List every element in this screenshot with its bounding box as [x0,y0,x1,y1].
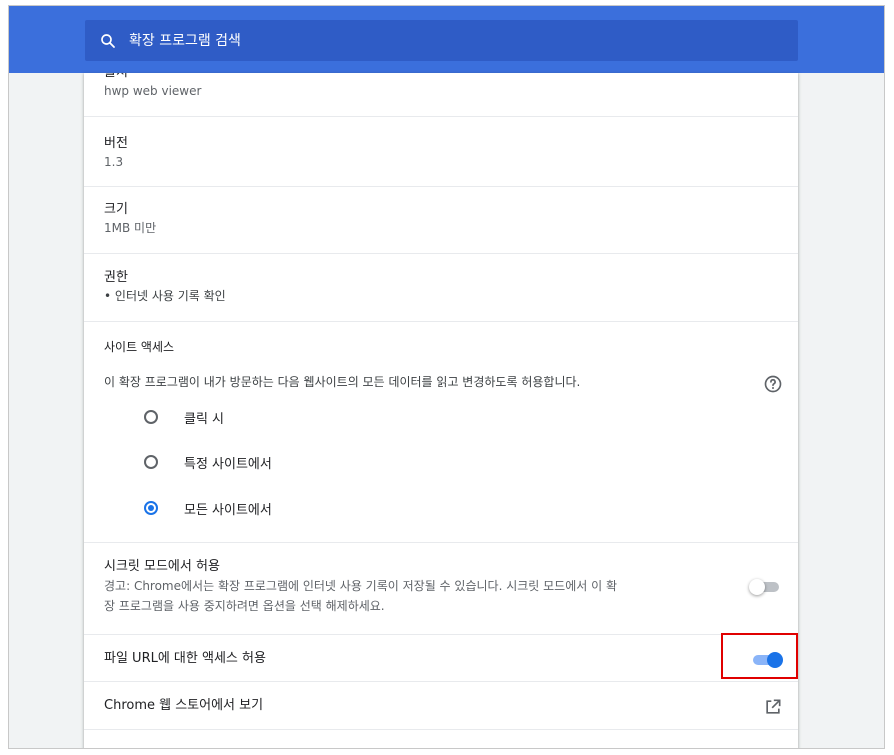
site-access-description: 이 확장 프로그램이 내가 방문하는 다음 웹사이트의 모든 데이터를 읽고 변… [104,375,581,389]
extension-details-card: 출처 hwp web viewer 버전 1.3 크기 1MB 미만 권한 • … [84,73,798,748]
radio-button[interactable] [144,410,158,424]
radio-button[interactable] [144,455,158,469]
divider [84,321,798,322]
web-store-link[interactable]: Chrome 웹 스토어에서 보기 [104,697,798,715]
search-box[interactable] [85,20,798,61]
highlight-box [721,633,798,679]
permissions-label: 권한 [104,270,128,285]
radio-label[interactable]: 클릭 시 [184,408,224,427]
divider [84,186,798,187]
divider [84,116,798,117]
site-access-label: 사이트 액세스 [104,340,175,354]
web-store-section[interactable]: Chrome 웹 스토어에서 보기 [84,697,798,715]
source-section: 출처 hwp web viewer [84,73,798,100]
browser-frame: 출처 hwp web viewer 버전 1.3 크기 1MB 미만 권한 • … [8,5,885,749]
version-section: 버전 1.3 [84,135,798,171]
divider [84,542,798,543]
incognito-label: 시크릿 모드에서 허용 [104,559,220,574]
divider [84,634,798,635]
radio-button-selected[interactable] [144,501,158,515]
size-value: 1MB 미만 [104,221,157,235]
open-in-new-icon[interactable] [763,697,783,717]
version-label: 버전 [104,136,128,151]
permission-item: • 인터넷 사용 기록 확인 [104,287,798,305]
version-value: 1.3 [104,155,124,169]
source-label: 출처 [104,73,798,82]
site-access-description-row: 이 확장 프로그램이 내가 방문하는 다음 웹사이트의 모든 데이터를 읽고 변… [84,373,798,391]
help-circle-icon[interactable] [763,374,783,394]
site-access-section: 사이트 액세스 [84,338,798,356]
incognito-toggle[interactable] [749,577,783,597]
incognito-warning-line1: 경고: Chrome에서는 확장 프로그램에 인터넷 사용 기록이 저장될 수 … [104,579,617,593]
toolbar-header [9,6,884,73]
divider [84,253,798,254]
incognito-section: 시크릿 모드에서 허용 경고: Chrome에서는 확장 프로그램에 인터넷 사… [84,558,724,616]
incognito-warning-line2: 장 프로그램을 사용 중지하려면 옵션을 선택 해제하세요. [104,599,385,613]
divider [84,681,798,682]
divider [84,729,798,730]
size-label: 크기 [104,202,128,217]
permission-item-text: 인터넷 사용 기록 확인 [114,289,226,303]
source-value: hwp web viewer [104,84,202,98]
bullet: • [104,289,115,303]
size-section: 크기 1MB 미만 [84,201,798,237]
radio-label[interactable]: 특정 사이트에서 [184,453,272,472]
file-url-label: 파일 URL에 대한 액세스 허용 [104,651,266,666]
file-url-section: 파일 URL에 대한 액세스 허용 [84,650,798,668]
radio-label[interactable]: 모든 사이트에서 [184,499,272,518]
search-input[interactable] [129,20,729,61]
toggle-knob [749,579,765,595]
permissions-section: 권한 • 인터넷 사용 기록 확인 [84,269,798,305]
search-icon[interactable] [99,32,117,50]
